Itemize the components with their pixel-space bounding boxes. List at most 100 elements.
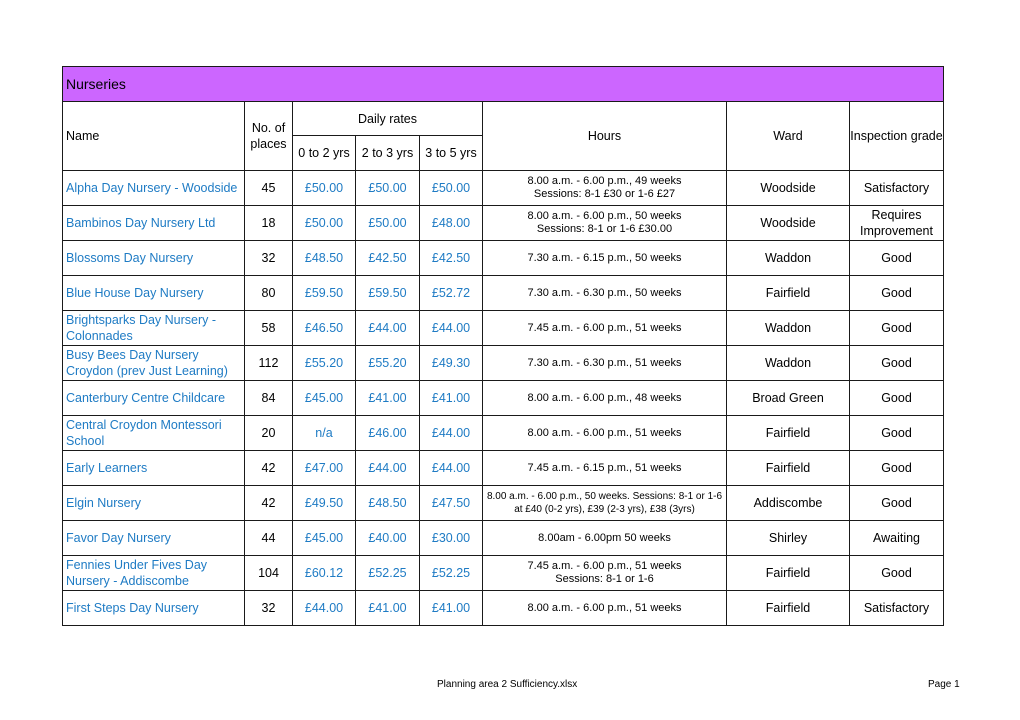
places-count: 58 [244,310,293,346]
rate-0-2: £55.20 [292,345,356,381]
rate-0-2: £49.50 [292,485,356,521]
rate-3-5: £44.00 [419,415,483,451]
nursery-name: Blue House Day Nursery [62,275,245,311]
inspection-grade: Satisfactory [849,590,944,626]
table-row: Elgin Nursery 42 £49.50 £48.50 £47.50 8.00 a.… [62,485,944,521]
rate-0-2: £47.00 [292,450,356,486]
rate-2-3: £46.00 [355,415,420,451]
rate-2-3: £55.20 [355,345,420,381]
rate-3-5: £50.00 [419,170,483,206]
table-row: Fennies Under Fives Day Nursery - Addisc… [62,555,944,591]
ward: Fairfield [726,275,850,311]
opening-hours: 8.00 a.m. - 6.00 p.m., 49 weeks Sessions… [482,170,727,206]
opening-hours: 8.00 a.m. - 6.00 p.m., 48 weeks [482,380,727,416]
header-daily-rates: Daily rates [292,101,483,136]
places-count: 18 [244,205,293,241]
header-name: Name [62,101,245,171]
table-row: Favor Day Nursery 44 £45.00 £40.00 £30.00 8.0… [62,520,944,556]
opening-hours: 7.45 a.m. - 6.00 p.m., 51 weeks Sessions… [482,555,727,591]
ward: Fairfield [726,590,850,626]
inspection-grade: Good [849,485,944,521]
inspection-grade: Good [849,555,944,591]
rate-2-3: £44.00 [355,310,420,346]
nursery-name: Favor Day Nursery [62,520,245,556]
places-count: 80 [244,275,293,311]
table-row: Busy Bees Day Nursery Croydon (prev Just… [62,345,944,381]
rate-0-2: £46.50 [292,310,356,346]
opening-hours: 7.30 a.m. - 6.30 p.m., 51 weeks [482,345,727,381]
header-rate-3-5: 3 to 5 yrs [419,135,483,171]
rate-3-5: £48.00 [419,205,483,241]
inspection-grade: Requires Improvement [849,205,944,241]
rate-3-5: £42.50 [419,240,483,276]
rate-3-5: £52.72 [419,275,483,311]
inspection-grade: Good [849,310,944,346]
rate-2-3: £44.00 [355,450,420,486]
rate-2-3: £41.00 [355,380,420,416]
ward: Fairfield [726,415,850,451]
table-row: Early Learners 42 £47.00 £44.00 £44.00 7.45 a… [62,450,944,486]
header-ward: Ward [726,101,850,171]
opening-hours: 7.45 a.m. - 6.15 p.m., 51 weeks [482,450,727,486]
nursery-name: Bambinos Day Nursery Ltd [62,205,245,241]
ward: Waddon [726,310,850,346]
rate-3-5: £49.30 [419,345,483,381]
header-rate-0-2: 0 to 2 yrs [292,135,356,171]
inspection-grade: Good [849,275,944,311]
nursery-name: Busy Bees Day Nursery Croydon (prev Just… [62,345,245,381]
rate-0-2: £45.00 [292,520,356,556]
rate-2-3: £42.50 [355,240,420,276]
rate-0-2: £50.00 [292,205,356,241]
ward: Addiscombe [726,485,850,521]
inspection-grade: Good [849,345,944,381]
nurseries-table: Nurseries Name No. of places Daily rates… [62,66,944,626]
inspection-grade: Good [849,415,944,451]
rate-2-3: £40.00 [355,520,420,556]
nursery-name: Central Croydon Montessori School [62,415,245,451]
places-count: 45 [244,170,293,206]
rate-3-5: £52.25 [419,555,483,591]
nursery-name: Blossoms Day Nursery [62,240,245,276]
ward: Waddon [726,345,850,381]
ward: Broad Green [726,380,850,416]
places-count: 42 [244,450,293,486]
table-row: Alpha Day Nursery - Woodside 45 £50.00 £50.… [62,170,944,206]
nursery-name: Fennies Under Fives Day Nursery - Addisc… [62,555,245,591]
footer-page-number: Page 1 [928,679,960,690]
rate-2-3: £50.00 [355,170,420,206]
places-count: 42 [244,485,293,521]
header-rate-2-3: 2 to 3 yrs [355,135,420,171]
rate-2-3: £48.50 [355,485,420,521]
ward: Woodside [726,170,850,206]
rate-0-2: £48.50 [292,240,356,276]
table-row: Brightsparks Day Nursery - Colonnades 58 £… [62,310,944,346]
rate-0-2: n/a [292,415,356,451]
rate-3-5: £41.00 [419,590,483,626]
table-row: Canterbury Centre Childcare 84 £45.00 £41.0… [62,380,944,416]
rate-0-2: £59.50 [292,275,356,311]
inspection-grade: Awaiting [849,520,944,556]
places-count: 112 [244,345,293,381]
nursery-name: Brightsparks Day Nursery - Colonnades [62,310,245,346]
inspection-grade: Good [849,240,944,276]
rate-0-2: £44.00 [292,590,356,626]
ward: Fairfield [726,555,850,591]
table-row: First Steps Day Nursery 32 £44.00 £41.00 £41… [62,590,944,626]
table-row: Central Croydon Montessori School 20 n/a £4… [62,415,944,451]
inspection-grade: Satisfactory [849,170,944,206]
opening-hours: 8.00am - 6.00pm 50 weeks [482,520,727,556]
places-count: 84 [244,380,293,416]
rate-2-3: £41.00 [355,590,420,626]
nursery-name: Early Learners [62,450,245,486]
rate-0-2: £50.00 [292,170,356,206]
opening-hours: 8.00 a.m. - 6.00 p.m., 51 weeks [482,415,727,451]
rate-0-2: £45.00 [292,380,356,416]
inspection-grade: Good [849,380,944,416]
footer-filename: Planning area 2 Sufficiency.xlsx [437,679,578,690]
rate-3-5: £44.00 [419,310,483,346]
opening-hours: 7.45 a.m. - 6.00 p.m., 51 weeks [482,310,727,346]
rate-2-3: £52.25 [355,555,420,591]
table-row: Blossoms Day Nursery 32 £48.50 £42.50 £42.50… [62,240,944,276]
places-count: 104 [244,555,293,591]
header-hours: Hours [482,101,727,171]
